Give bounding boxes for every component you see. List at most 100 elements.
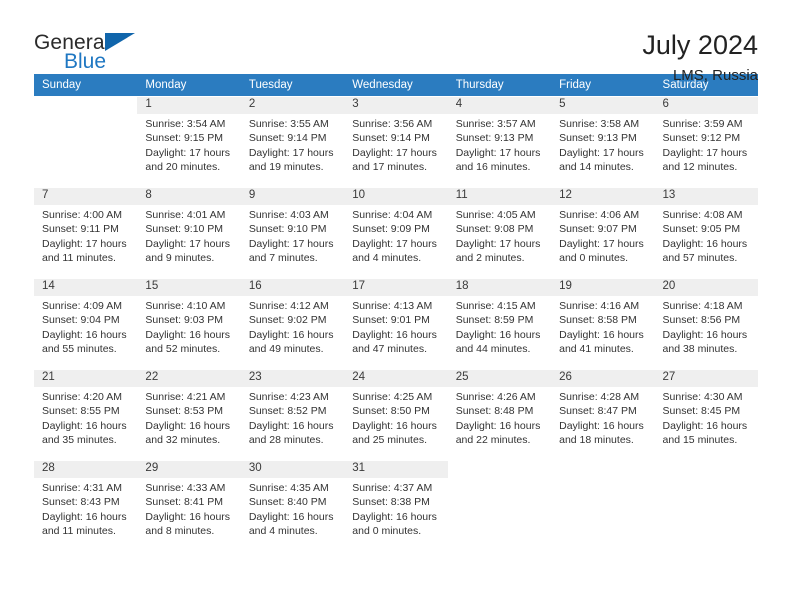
day-sunrise-text: Sunrise: 4:25 AM [352, 391, 433, 403]
calendar-day-cell[interactable]: 3 Sunrise: 3:56 AM Sunset: 9:14 PM Daylight… [344, 96, 448, 188]
calendar-day-cell[interactable]: 20 Sunrise: 4:18 AM Sunset: 8:56 PM Dayligh… [654, 278, 758, 370]
day-details: Sunrise: 3:56 AM Sunset: 9:14 PM Daylight:… [344, 114, 447, 174]
day-sunset-text: Sunset: 9:02 PM [248, 314, 327, 327]
calendar-day-cell[interactable]: 5 Sunrise: 3:58 AM Sunset: 9:13 PM Daylight… [551, 96, 655, 188]
day-number [551, 461, 655, 478]
day-daylight-line1-text: Daylight: 16 hours [145, 328, 231, 341]
day-daylight-line1-text: Daylight: 16 hours [42, 510, 127, 523]
day-sunset-text: Sunset: 9:13 PM [559, 132, 637, 145]
day-number: 28 [34, 461, 138, 478]
day-sunrise-text: Sunrise: 4:35 AM [248, 482, 329, 494]
day-details: Sunrise: 4:08 AM Sunset: 9:05 PM Daylight:… [655, 205, 758, 265]
calendar-day-cell[interactable]: 6 Sunrise: 3:59 AM Sunset: 9:12 PM Daylight… [654, 96, 758, 188]
calendar-day-cell[interactable]: 27 Sunrise: 4:30 AM Sunset: 8:45 PM Dayligh… [654, 369, 758, 461]
calendar-day-cell[interactable]: 31 Sunrise: 4:37 AM Sunset: 8:38 PM Dayligh… [344, 460, 448, 552]
day-sunset-text: Sunset: 8:55 PM [42, 405, 120, 418]
day-daylight-line2-text: and 17 minutes. [352, 160, 427, 173]
day-daylight-line2-text: and 11 minutes. [42, 524, 116, 537]
day-daylight-line1-text: Daylight: 17 hours [662, 146, 748, 159]
day-number: 9 [240, 188, 345, 205]
day-number: 20 [654, 279, 758, 296]
calendar-day-cell[interactable]: 17 Sunrise: 4:13 AM Sunset: 9:01 PM Dayligh… [344, 278, 448, 370]
day-number: 29 [137, 461, 241, 478]
day-daylight-line2-text: and 9 minutes. [145, 251, 215, 264]
day-daylight-line2-text: and 7 minutes. [248, 251, 318, 264]
day-daylight-line1-text: Daylight: 16 hours [662, 237, 748, 250]
day-number: 6 [654, 97, 758, 114]
day-daylight-line1-text: Daylight: 17 hours [145, 237, 231, 250]
day-number: 1 [137, 97, 241, 114]
day-sunrise-text: Sunrise: 4:20 AM [42, 391, 122, 403]
day-sunrise-text: Sunrise: 4:30 AM [662, 391, 743, 403]
day-daylight-line2-text: and 4 minutes. [248, 524, 318, 537]
day-number: 7 [34, 188, 138, 205]
calendar-day-cell[interactable]: 18 Sunrise: 4:15 AM Sunset: 8:59 PM Dayligh… [447, 278, 552, 370]
day-daylight-line1-text: Daylight: 16 hours [248, 328, 334, 341]
day-daylight-line1-text: Daylight: 17 hours [455, 237, 541, 250]
day-sunset-text: Sunset: 8:59 PM [455, 314, 534, 327]
calendar-day-cell[interactable]: 24 Sunrise: 4:25 AM Sunset: 8:50 PM Dayligh… [344, 369, 448, 461]
day-sunset-text: Sunset: 9:14 PM [248, 132, 327, 145]
day-sunrise-text: Sunrise: 4:15 AM [455, 300, 536, 312]
day-daylight-line1-text: Daylight: 16 hours [145, 510, 231, 523]
day-sunset-text: Sunset: 9:09 PM [352, 223, 430, 236]
day-details: Sunrise: 4:13 AM Sunset: 9:01 PM Daylight:… [344, 296, 447, 356]
calendar-day-cell[interactable]: 30 Sunrise: 4:35 AM Sunset: 8:40 PM Dayligh… [240, 460, 345, 552]
calendar-week-row: 1 Sunrise: 3:54 AM Sunset: 9:15 PM Daylight… [34, 96, 758, 188]
calendar-day-cell[interactable]: 29 Sunrise: 4:33 AM Sunset: 8:41 PM Dayligh… [137, 460, 241, 552]
day-sunrise-text: Sunrise: 4:09 AM [42, 300, 122, 312]
day-sunrise-text: Sunrise: 3:54 AM [145, 118, 226, 130]
day-number: 27 [654, 370, 758, 387]
calendar-day-cell[interactable]: 25 Sunrise: 4:26 AM Sunset: 8:48 PM Dayligh… [447, 369, 552, 461]
title-block: July 2024 LMS, Russia [642, 30, 758, 86]
day-sunset-text: Sunset: 9:05 PM [662, 223, 741, 236]
day-details: Sunrise: 4:37 AM Sunset: 8:38 PM Daylight:… [344, 478, 447, 538]
calendar-day-cell[interactable]: 13 Sunrise: 4:08 AM Sunset: 9:05 PM Dayligh… [654, 187, 758, 279]
calendar-day-cell[interactable]: 28 Sunrise: 4:31 AM Sunset: 8:43 PM Dayligh… [34, 460, 138, 552]
page-header: General Blue July 2024 LMS, Russia [34, 0, 758, 84]
calendar-day-cell[interactable]: 19 Sunrise: 4:16 AM Sunset: 8:58 PM Dayligh… [551, 278, 655, 370]
day-daylight-line2-text: and 47 minutes. [352, 342, 427, 355]
day-daylight-line1-text: Daylight: 17 hours [352, 146, 437, 159]
day-daylight-line2-text: and 16 minutes. [455, 160, 531, 173]
calendar-day-cell[interactable]: 9 Sunrise: 4:03 AM Sunset: 9:10 PM Daylight… [240, 187, 345, 279]
day-number [34, 97, 138, 114]
calendar-day-cell[interactable]: 14 Sunrise: 4:09 AM Sunset: 9:04 PM Dayligh… [34, 278, 138, 370]
day-sunset-text: Sunset: 9:10 PM [248, 223, 327, 236]
calendar-day-cell[interactable]: 26 Sunrise: 4:28 AM Sunset: 8:47 PM Dayligh… [551, 369, 655, 461]
calendar-day-cell[interactable]: 2 Sunrise: 3:55 AM Sunset: 9:14 PM Daylight… [240, 96, 345, 188]
day-sunset-text: Sunset: 8:52 PM [248, 405, 327, 418]
calendar-day-cell[interactable]: 23 Sunrise: 4:23 AM Sunset: 8:52 PM Dayligh… [240, 369, 345, 461]
day-sunset-text: Sunset: 9:01 PM [352, 314, 430, 327]
day-sunrise-text: Sunrise: 4:08 AM [662, 209, 743, 221]
day-sunset-text: Sunset: 9:13 PM [455, 132, 534, 145]
calendar-day-cell[interactable]: 16 Sunrise: 4:12 AM Sunset: 9:02 PM Dayligh… [240, 278, 345, 370]
calendar-day-cell[interactable]: 10 Sunrise: 4:04 AM Sunset: 9:09 PM Dayligh… [344, 187, 448, 279]
calendar-day-cell[interactable]: 12 Sunrise: 4:06 AM Sunset: 9:07 PM Dayligh… [551, 187, 655, 279]
calendar-day-cell[interactable]: 1 Sunrise: 3:54 AM Sunset: 9:15 PM Daylight… [137, 96, 241, 188]
day-daylight-line2-text: and 2 minutes. [455, 251, 525, 264]
calendar-day-cell[interactable]: 8 Sunrise: 4:01 AM Sunset: 9:10 PM Daylight… [137, 187, 241, 279]
calendar-day-cell[interactable]: 4 Sunrise: 3:57 AM Sunset: 9:13 PM Daylight… [447, 96, 552, 188]
day-sunrise-text: Sunrise: 4:05 AM [455, 209, 536, 221]
calendar-day-cell[interactable]: 15 Sunrise: 4:10 AM Sunset: 9:03 PM Dayligh… [137, 278, 241, 370]
calendar-day-cell[interactable]: 21 Sunrise: 4:20 AM Sunset: 8:55 PM Dayligh… [34, 369, 138, 461]
brand-name-blue: Blue [64, 50, 107, 73]
day-sunset-text: Sunset: 9:15 PM [145, 132, 224, 145]
brand-logo[interactable]: General Blue [34, 30, 154, 72]
day-sunset-text: Sunset: 9:07 PM [559, 223, 637, 236]
day-daylight-line1-text: Daylight: 16 hours [248, 510, 334, 523]
calendar-day-cell[interactable]: 11 Sunrise: 4:05 AM Sunset: 9:08 PM Dayligh… [447, 187, 552, 279]
calendar-body: 1 Sunrise: 3:54 AM Sunset: 9:15 PM Daylight… [34, 96, 758, 552]
weekday-header-monday: Monday [137, 74, 241, 97]
day-details: Sunrise: 4:03 AM Sunset: 9:10 PM Daylight:… [241, 205, 344, 265]
calendar-day-cell[interactable]: 7 Sunrise: 4:00 AM Sunset: 9:11 PM Daylight… [34, 187, 138, 279]
day-details: Sunrise: 3:58 AM Sunset: 9:13 PM Daylight:… [551, 114, 654, 174]
calendar-week-row: 28 Sunrise: 4:31 AM Sunset: 8:43 PM Dayligh… [34, 460, 758, 552]
day-number: 19 [551, 279, 655, 296]
day-details: Sunrise: 4:09 AM Sunset: 9:04 PM Daylight:… [34, 296, 137, 356]
calendar-day-cell[interactable]: 22 Sunrise: 4:21 AM Sunset: 8:53 PM Dayligh… [137, 369, 241, 461]
day-daylight-line2-text: and 41 minutes. [559, 342, 634, 355]
day-sunset-text: Sunset: 8:40 PM [248, 496, 327, 509]
day-number: 8 [137, 188, 241, 205]
